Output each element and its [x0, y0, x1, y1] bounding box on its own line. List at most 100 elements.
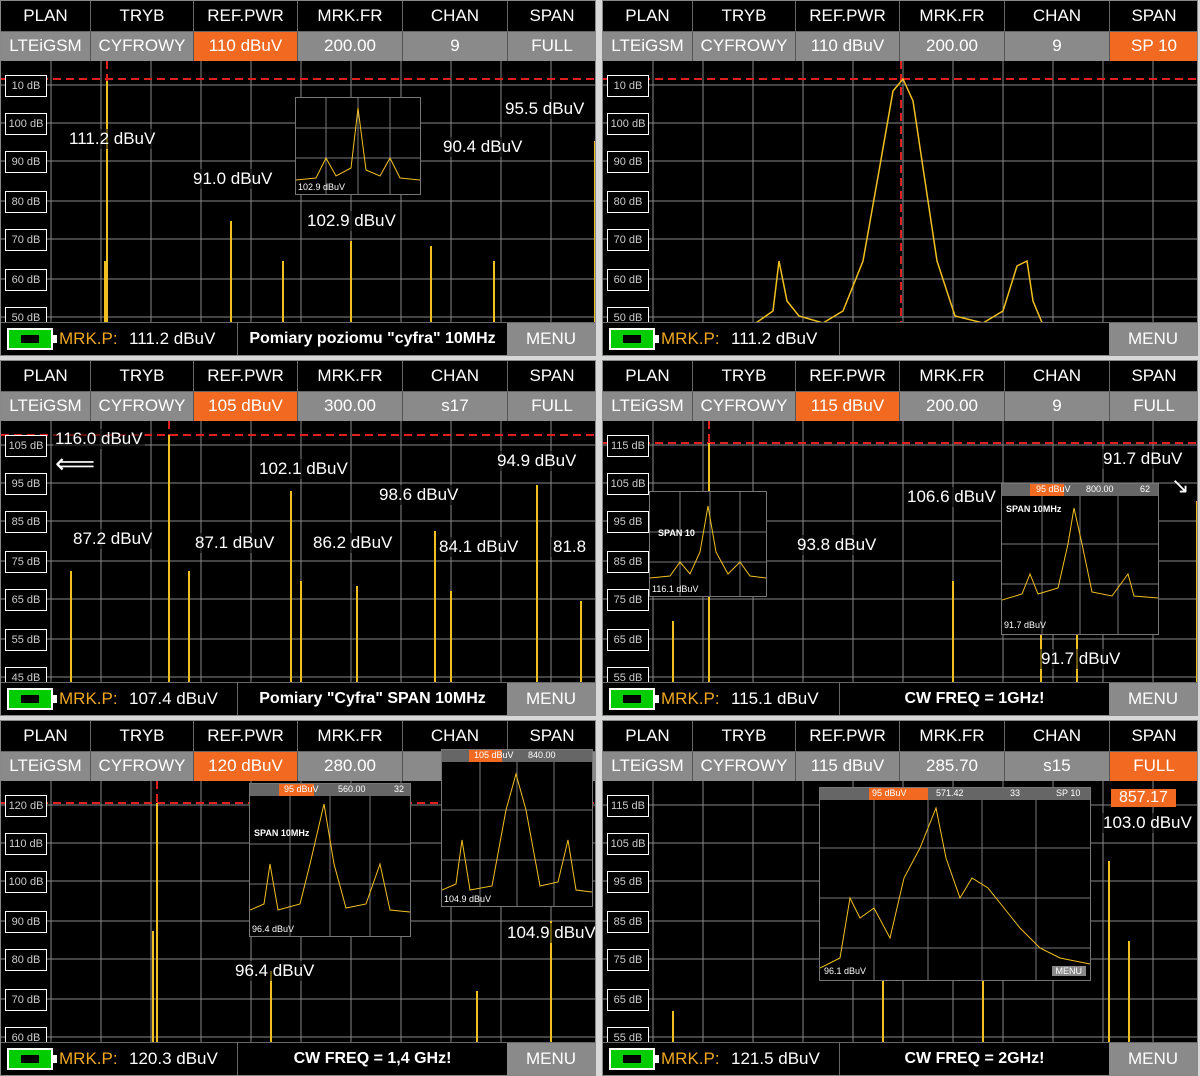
- header-ref-pwr[interactable]: REF.PWR: [796, 361, 900, 392]
- spectrum-plot[interactable]: 10 dB 100 dB 90 dB 80 dB 70 dB 60 dB 50 …: [1, 61, 595, 329]
- value-tryb[interactable]: CYFROWY: [91, 391, 194, 421]
- header-chan[interactable]: CHAN: [403, 1, 508, 32]
- value-span[interactable]: FULL: [1110, 391, 1197, 421]
- battery-icon: [7, 1048, 57, 1070]
- value-plan[interactable]: LTEiGSM: [603, 751, 693, 781]
- header-chan[interactable]: CHAN: [1005, 1, 1110, 32]
- header-ref-pwr[interactable]: REF.PWR: [194, 361, 298, 392]
- header-span[interactable]: SPAN: [508, 361, 595, 392]
- header-tryb[interactable]: TRYB: [91, 721, 194, 752]
- header-chan[interactable]: CHAN: [1005, 361, 1110, 392]
- menu-button[interactable]: MENU: [1109, 683, 1197, 715]
- value-chan[interactable]: 9: [1005, 31, 1110, 61]
- value-span[interactable]: FULL: [508, 391, 595, 421]
- value-chan[interactable]: 9: [1005, 391, 1110, 421]
- header-mrk-fr[interactable]: MRK.FR: [900, 361, 1005, 392]
- y-label: 70 dB: [607, 229, 649, 251]
- value-plan[interactable]: LTEiGSM: [603, 391, 693, 421]
- value-span[interactable]: SP 10: [1110, 31, 1197, 61]
- menu-button[interactable]: MENU: [507, 323, 595, 355]
- value-plan[interactable]: LTEiGSM: [1, 391, 91, 421]
- inset-menu: MENU: [1051, 966, 1086, 976]
- peak-label: 91.7 dBuV: [1101, 449, 1185, 469]
- value-ref-pwr[interactable]: 120 dBuV: [194, 751, 298, 781]
- header-bar: PLAN TRYB REF.PWR MRK.FR CHAN SPAN LTEiG…: [1, 1, 595, 61]
- header-span[interactable]: SPAN: [1110, 721, 1197, 752]
- caption: [839, 323, 1109, 355]
- header-mrk-fr[interactable]: MRK.FR: [298, 1, 403, 32]
- value-chan[interactable]: s15: [1005, 751, 1110, 781]
- value-ref-pwr[interactable]: 110 dBuV: [796, 31, 900, 61]
- peak-label: 96.4 dBuV: [233, 961, 317, 981]
- mrk-p-value: 107.4 dBuV: [129, 689, 218, 708]
- value-plan[interactable]: LTEiGSM: [1, 31, 91, 61]
- span-inset: 95 dBuV 800.00 62 SPAN 10MHz 91.7 dBuV: [1001, 483, 1159, 635]
- header-span[interactable]: SPAN: [1110, 1, 1197, 32]
- y-label: 70 dB: [5, 229, 47, 251]
- value-mrk-fr[interactable]: 200.00: [900, 31, 1005, 61]
- spectrum-plot[interactable]: 115 dB 105 dB 95 dB 85 dB 75 dB 65 dB 55…: [603, 781, 1197, 1049]
- header-mrk-fr[interactable]: MRK.FR: [298, 361, 403, 392]
- header-chan[interactable]: CHAN: [403, 361, 508, 392]
- value-mrk-fr[interactable]: 285.70: [900, 751, 1005, 781]
- header-tryb[interactable]: TRYB: [693, 721, 796, 752]
- value-ref-pwr[interactable]: 115 dBuV: [796, 751, 900, 781]
- header-ref-pwr[interactable]: REF.PWR: [194, 721, 298, 752]
- header-span[interactable]: SPAN: [508, 721, 595, 752]
- value-plan[interactable]: LTEiGSM: [1, 751, 91, 781]
- menu-button[interactable]: MENU: [1109, 1043, 1197, 1075]
- spectrum-plot[interactable]: 105 dB 95 dB 85 dB 75 dB 65 dB 55 dB 45 …: [1, 421, 595, 689]
- value-mrk-fr[interactable]: 300.00: [298, 391, 403, 421]
- header-tryb[interactable]: TRYB: [91, 361, 194, 392]
- header-plan[interactable]: PLAN: [1, 1, 91, 32]
- value-tryb[interactable]: CYFROWY: [693, 391, 796, 421]
- value-mrk-fr[interactable]: 280.00: [298, 751, 403, 781]
- header-plan[interactable]: PLAN: [603, 1, 693, 32]
- header-tryb[interactable]: TRYB: [693, 361, 796, 392]
- header-plan[interactable]: PLAN: [1, 721, 91, 752]
- value-tryb[interactable]: CYFROWY: [91, 751, 194, 781]
- spectrum-plot[interactable]: 115 dB 105 dB 95 dB 85 dB 75 dB 65 dB 55…: [603, 421, 1197, 689]
- header-chan[interactable]: CHAN: [403, 721, 508, 752]
- value-plan[interactable]: LTEiGSM: [603, 31, 693, 61]
- header-plan[interactable]: PLAN: [603, 721, 693, 752]
- value-tryb[interactable]: CYFROWY: [693, 751, 796, 781]
- inset-title: SPAN 10MHz: [1006, 504, 1062, 514]
- header-chan[interactable]: CHAN: [1005, 721, 1110, 752]
- header-plan[interactable]: PLAN: [603, 361, 693, 392]
- header-ref-pwr[interactable]: REF.PWR: [796, 721, 900, 752]
- arrow-left-icon: ⟸: [55, 448, 96, 479]
- y-label: 70 dB: [5, 989, 47, 1011]
- header-plan[interactable]: PLAN: [1, 361, 91, 392]
- value-span[interactable]: FULL: [508, 31, 595, 61]
- header-ref-pwr[interactable]: REF.PWR: [194, 1, 298, 32]
- value-chan[interactable]: 9: [403, 31, 508, 61]
- header-bar: PLAN TRYB REF.PWR MRK.FR CHAN SPAN LTEiG…: [1, 361, 595, 421]
- y-label: 80 dB: [607, 191, 649, 213]
- header-tryb[interactable]: TRYB: [693, 1, 796, 32]
- value-mrk-fr[interactable]: 200.00: [900, 391, 1005, 421]
- header-mrk-fr[interactable]: MRK.FR: [900, 721, 1005, 752]
- header-span[interactable]: SPAN: [1110, 361, 1197, 392]
- header-mrk-fr[interactable]: MRK.FR: [298, 721, 403, 752]
- value-chan[interactable]: s17: [403, 391, 508, 421]
- value-mrk-fr[interactable]: 200.00: [298, 31, 403, 61]
- inset-trace: [820, 800, 1090, 980]
- value-span[interactable]: FULL: [1110, 751, 1197, 781]
- value-tryb[interactable]: CYFROWY: [693, 31, 796, 61]
- header-mrk-fr[interactable]: MRK.FR: [900, 1, 1005, 32]
- arrow-down-right-icon: ↘: [1171, 473, 1190, 498]
- value-ref-pwr[interactable]: 105 dBuV: [194, 391, 298, 421]
- header-ref-pwr[interactable]: REF.PWR: [796, 1, 900, 32]
- header-tryb[interactable]: TRYB: [91, 1, 194, 32]
- spectrum-plot[interactable]: 120 dB 110 dB 100 dB 90 dB 80 dB 70 dB 6…: [1, 749, 595, 1049]
- menu-button[interactable]: MENU: [507, 683, 595, 715]
- value-tryb[interactable]: CYFROWY: [91, 31, 194, 61]
- header-span[interactable]: SPAN: [508, 1, 595, 32]
- value-ref-pwr[interactable]: 110 dBuV: [194, 31, 298, 61]
- value-ref-pwr[interactable]: 115 dBuV: [796, 391, 900, 421]
- menu-button[interactable]: MENU: [1109, 323, 1197, 355]
- menu-button[interactable]: MENU: [507, 1043, 595, 1075]
- spectrum-plot[interactable]: 10 dB 100 dB 90 dB 80 dB 70 dB 60 dB 50 …: [603, 61, 1197, 329]
- peak-label: 116.0 dBuV: [53, 429, 145, 449]
